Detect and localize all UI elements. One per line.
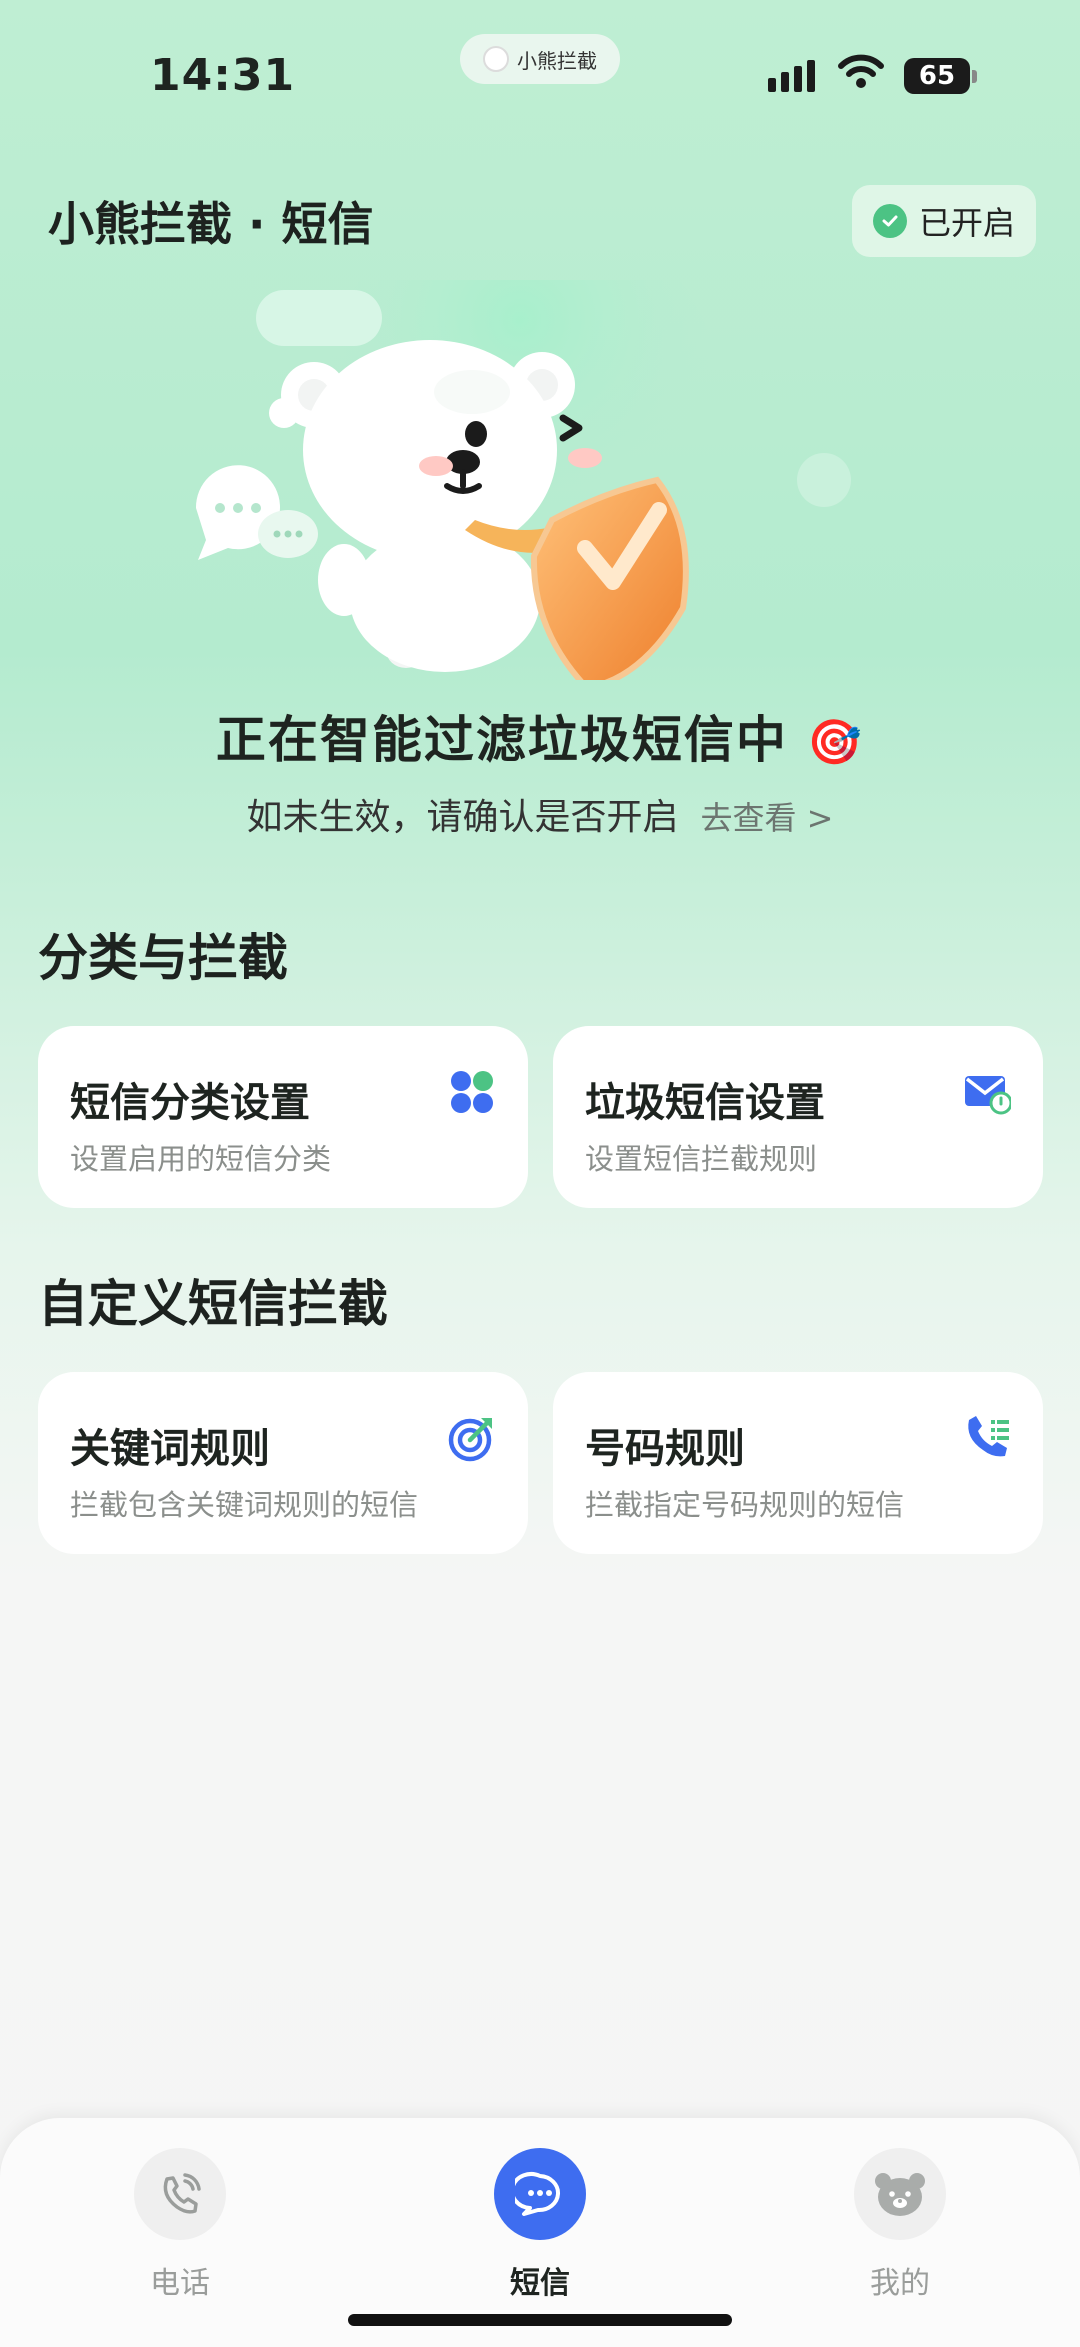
target-icon [448,1418,492,1462]
enabled-status-badge[interactable]: 已开启 [852,185,1036,257]
tab-mine[interactable]: 我的 [820,2148,980,2302]
tab-sms[interactable]: 短信 [460,2148,620,2302]
bottom-tab-bar: 电话 短信 我的 [0,2118,1080,2347]
filter-status-title: 正在智能过滤垃圾短信中 🎯 [0,700,1080,772]
filter-status-text: 正在智能过滤垃圾短信中 [215,711,788,769]
phone-icon [134,2148,226,2240]
tab-phone[interactable]: 电话 [100,2148,260,2302]
card-subtitle: 拦截指定号码规则的短信 [585,1488,905,1522]
section-title-classify: 分类与拦截 [38,929,288,987]
check-settings-link[interactable]: 去查看 > [701,799,834,837]
battery-icon: 65 [904,58,970,94]
target-emoji-icon: 🎯 [807,717,865,768]
card-subtitle: 设置启用的短信分类 [70,1142,332,1176]
cellular-signal-icon [768,60,815,92]
hint-text: 如未生效，请确认是否开启 [246,797,679,838]
tab-label: 电话 [150,2266,210,2301]
island-label: 小熊拦截 [517,48,597,73]
check-circle-icon [872,204,907,238]
message-icon [494,2148,586,2240]
card-title: 关键词规则 [70,1426,270,1472]
battery-nub [972,70,977,83]
keyword-rules-card[interactable]: 关键词规则 拦截包含关键词规则的短信 [38,1372,528,1554]
tab-label: 我的 [870,2266,930,2301]
four-leaf-grid-icon [451,1071,493,1113]
bear-face-icon [854,2148,946,2240]
card-title: 短信分类设置 [70,1080,310,1126]
bear-shield-illustration [195,280,851,680]
dynamic-island: 小熊拦截 [460,34,620,84]
number-rules-card[interactable]: 号码规则 拦截指定号码规则的短信 [553,1372,1043,1554]
card-title: 号码规则 [585,1426,745,1472]
wifi-icon [838,54,884,88]
enabled-label: 已开启 [918,204,1015,242]
card-subtitle: 拦截包含关键词规则的短信 [70,1488,419,1522]
home-indicator [348,2314,732,2326]
section-title-custom: 自定义短信拦截 [38,1275,388,1333]
page-title: 小熊拦截 · 短信 [48,197,374,251]
spam-sms-settings-card[interactable]: 垃圾短信设置 设置短信拦截规则 [553,1026,1043,1208]
card-subtitle: 设置短信拦截规则 [585,1142,818,1176]
sms-category-settings-card[interactable]: 短信分类设置 设置启用的短信分类 [38,1026,528,1208]
bear-mini-icon [483,46,509,72]
card-title: 垃圾短信设置 [585,1080,825,1126]
tab-label: 短信 [510,2266,570,2301]
filter-status-hint: 如未生效，请确认是否开启 去查看 > [0,788,1080,840]
mail-clock-icon [965,1076,1011,1115]
status-time: 14:31 [150,50,296,101]
phone-list-icon [968,1416,1009,1457]
